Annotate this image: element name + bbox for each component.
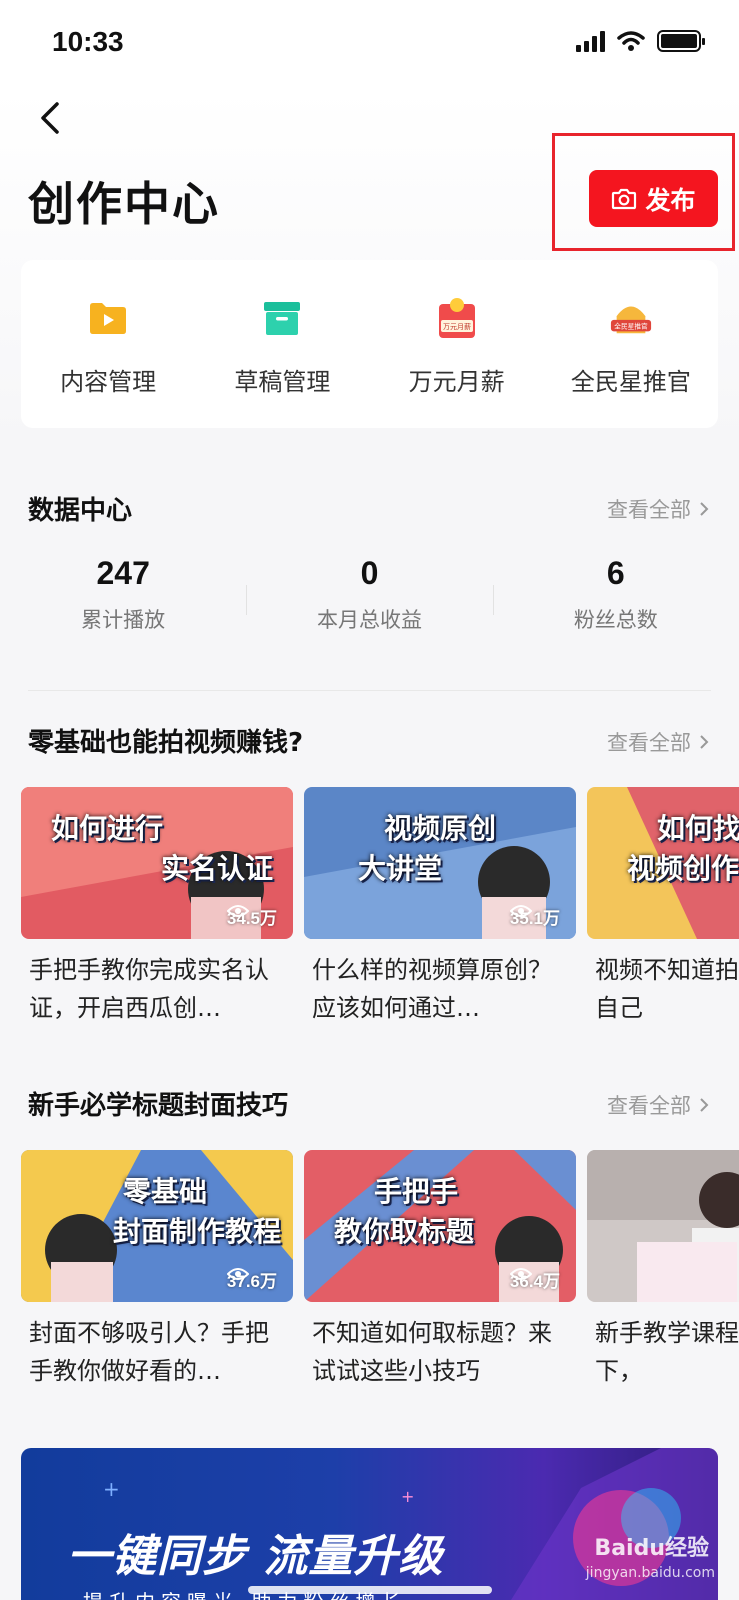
publish-button[interactable]: 发布 (589, 170, 718, 227)
eye-icon (509, 1268, 532, 1280)
earn-section-title: 零基础也能拍视频赚钱? (28, 728, 304, 758)
tool-label: 草稿管理 (234, 368, 331, 396)
stat-followers[interactable]: 6 粉丝总数 (492, 555, 739, 645)
stat-value: 6 (606, 555, 625, 591)
data-center-view-all[interactable]: 查看全部 (607, 494, 709, 524)
view-all-label: 查看全部 (607, 731, 691, 755)
stat-label: 累计播放 (81, 608, 166, 632)
divider (28, 690, 711, 691)
star-promoter-badge-icon: 全民星推官 (609, 296, 653, 340)
stat-label: 本月总收益 (316, 608, 422, 632)
video-card[interactable]: 如何进行 实名认证 34.5万 手把手教你完成实名认证，开启西瓜创… (21, 787, 293, 1027)
folder-play-icon (86, 296, 130, 340)
tool-draft-management[interactable]: 草稿管理 (195, 260, 369, 428)
video-thumbnail: 零基础 封面制作教程 37.6万 (21, 1150, 293, 1302)
stat-monthly-income[interactable]: 0 本月总收益 (246, 555, 492, 645)
tool-content-management[interactable]: 内容管理 (21, 260, 195, 428)
view-all-label: 查看全部 (607, 1094, 691, 1118)
back-button[interactable] (30, 96, 70, 140)
cover-section-title: 新手必学标题封面技巧 (28, 1091, 289, 1121)
video-thumbnail (587, 1150, 739, 1302)
page-title: 创作中心 (28, 177, 220, 231)
chevron-right-icon (700, 502, 709, 516)
video-thumbnail: 视频原创 大讲堂 35.1万 (304, 787, 576, 939)
wifi-icon (617, 31, 645, 51)
video-title: 什么样的视频算原创？应该如何通过… (312, 956, 552, 1022)
video-card[interactable]: 如何找视频创作 视频不知道拍带你找到自己 (587, 787, 739, 1027)
tool-monthly-salary[interactable]: 万元月薪 万元月薪 (370, 260, 544, 428)
tool-star-promoter[interactable]: 全民星推官 全民星推官 (544, 260, 718, 428)
video-title: 新手教学课程避雷指南下， (595, 1319, 739, 1385)
data-center-title: 数据中心 (28, 496, 133, 526)
video-title: 视频不知道拍带你找到自己 (595, 956, 739, 1022)
video-card[interactable]: 新手教学课程避雷指南下， (587, 1150, 739, 1390)
video-thumbnail: 如何进行 实名认证 34.5万 (21, 787, 293, 939)
status-bar: 10:33 (0, 0, 739, 88)
video-card[interactable]: 零基础 封面制作教程 37.6万 封面不够吸引人？手把手教你做好看的… (21, 1150, 293, 1390)
thumbnail-text: 手把手 教你取标题 (334, 1175, 475, 1248)
battery-icon (657, 30, 705, 52)
home-indicator (248, 1586, 492, 1594)
tool-label: 内容管理 (60, 368, 157, 396)
chevron-right-icon (700, 1098, 709, 1112)
salary-badge-text: 万元月薪 (443, 322, 471, 331)
view-count: 34.5万 (226, 904, 277, 929)
thumbnail-text: 零基础 封面制作教程 (113, 1175, 282, 1248)
banner-title: 一键同步 流量升级 (67, 1531, 444, 1582)
view-count: 36.4万 (509, 1267, 560, 1292)
chevron-left-icon (41, 102, 59, 134)
status-icons (576, 30, 705, 52)
thumbnail-text: 如何找 视频创作 (627, 812, 739, 885)
video-card[interactable]: 手把手 教你取标题 36.4万 不知道如何取标题？来试试这些小技巧 (304, 1150, 576, 1390)
stat-total-plays[interactable]: 247 累计播放 (0, 555, 246, 645)
tool-label: 万元月薪 (408, 368, 505, 396)
svg-text:+: + (103, 1477, 120, 1501)
watermark-url: jingyan.baidu.com (585, 1565, 715, 1581)
cover-video-row: 零基础 封面制作教程 37.6万 封面不够吸引人？手把手教你做好看的… 手把手 教你… (21, 1150, 739, 1390)
stat-value: 0 (360, 555, 379, 591)
thumbnail-text: 如何进行 实名认证 (51, 812, 274, 885)
stat-value: 247 (96, 555, 150, 591)
status-time: 10:33 (52, 26, 124, 57)
star-promoter-badge-text: 全民星推官 (614, 322, 648, 331)
video-card[interactable]: 视频原创 大讲堂 35.1万 什么样的视频算原创？应该如何通过… (304, 787, 576, 1027)
video-title: 不知道如何取标题？来试试这些小技巧 (312, 1319, 552, 1385)
earn-video-row: 如何进行 实名认证 34.5万 手把手教你完成实名认证，开启西瓜创… 视频原创 大讲… (21, 787, 739, 1027)
svg-text:+: + (401, 1487, 414, 1506)
watermark-logo: Baidu经验 (594, 1536, 709, 1561)
salary-badge-icon: 万元月薪 (435, 296, 479, 340)
earn-section-view-all[interactable]: 查看全部 (607, 727, 709, 757)
camera-icon (612, 188, 637, 209)
view-count: 35.1万 (509, 904, 560, 929)
chevron-right-icon (700, 735, 709, 749)
video-thumbnail: 手把手 教你取标题 36.4万 (304, 1150, 576, 1302)
eye-icon (226, 905, 249, 917)
publish-label: 发布 (645, 185, 696, 215)
video-title: 封面不够吸引人？手把手教你做好看的… (29, 1319, 269, 1385)
tools-card: 内容管理 草稿管理 万元月薪 万元月薪 全民星推官 全民星推官 (21, 260, 718, 428)
cover-section-view-all[interactable]: 查看全部 (607, 1090, 709, 1120)
view-all-label: 查看全部 (607, 498, 691, 522)
eye-icon (226, 1268, 249, 1280)
video-thumbnail: 如何找 视频创作 (587, 787, 739, 939)
archive-box-icon (260, 296, 304, 340)
stat-label: 粉丝总数 (573, 608, 658, 632)
eye-icon (509, 905, 532, 917)
view-count: 37.6万 (226, 1267, 277, 1292)
tool-label: 全民星推官 (570, 368, 691, 396)
video-title: 手把手教你完成实名认证，开启西瓜创… (29, 956, 269, 1022)
stats-row: 247 累计播放 0 本月总收益 6 粉丝总数 (0, 555, 739, 645)
cellular-signal-icon (576, 30, 605, 52)
thumbnail-text: 视频原创 大讲堂 (357, 812, 496, 885)
